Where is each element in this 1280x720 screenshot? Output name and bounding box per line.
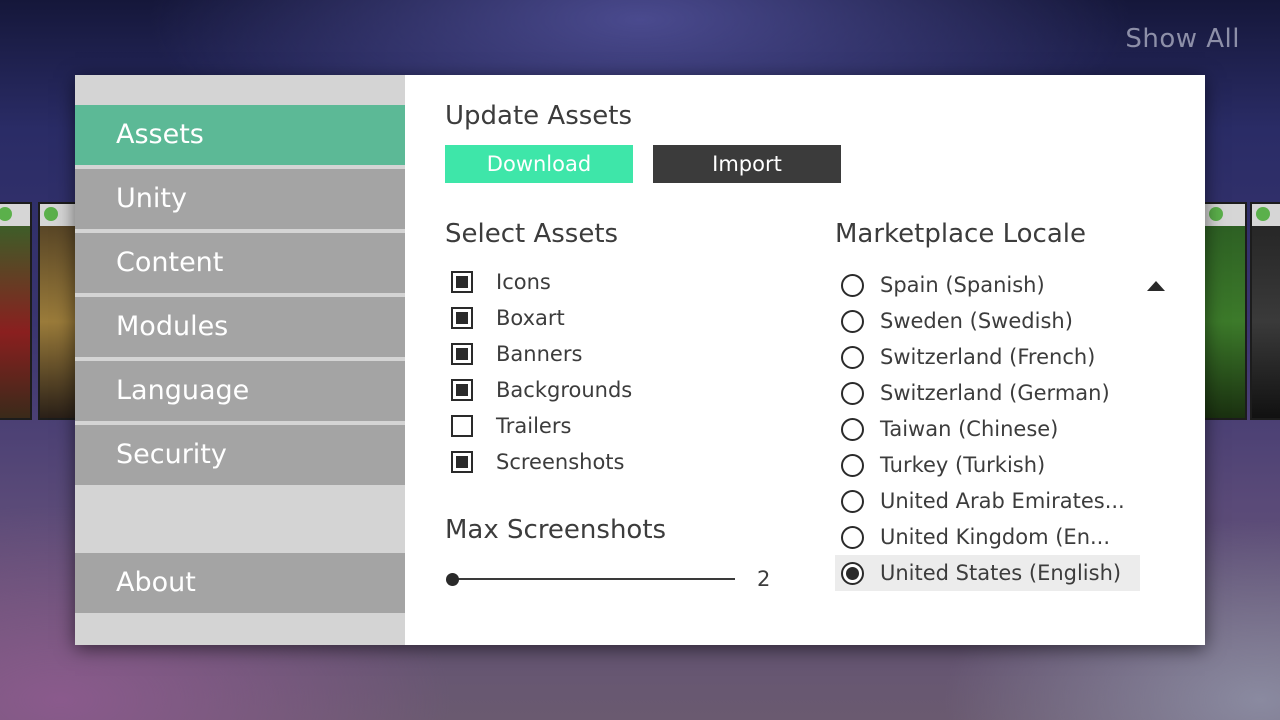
game-cover (38, 202, 78, 420)
radio-unselected-icon (841, 381, 864, 405)
locale-list: Spain (Spanish) Sweden (Swedish) Switzer… (835, 267, 1175, 597)
game-cover (1203, 202, 1247, 420)
checkbox-checked-icon (451, 307, 473, 329)
asset-label: Boxart (496, 306, 565, 330)
locale-label: Spain (Spanish) (880, 273, 1045, 297)
radio-selected-icon (841, 561, 864, 585)
locale-label: United Kingdom (En... (880, 525, 1111, 549)
radio-unselected-icon (841, 309, 864, 333)
radio-unselected-icon (841, 453, 864, 477)
max-screenshots-slider[interactable] (445, 571, 735, 587)
locale-option[interactable]: United Kingdom (En... (835, 519, 1140, 555)
sidebar-item-modules[interactable]: Modules (75, 297, 405, 357)
locale-label: Switzerland (French) (880, 345, 1096, 369)
sidebar-item-unity[interactable]: Unity (75, 169, 405, 229)
checkbox-checked-icon (451, 271, 473, 293)
checkbox-checked-icon (451, 343, 473, 365)
locale-option[interactable]: Taiwan (Chinese) (835, 411, 1140, 447)
asset-checkbox-backgrounds[interactable]: Backgrounds (451, 372, 632, 408)
asset-label: Banners (496, 342, 583, 366)
max-screenshots-title: Max Screenshots (445, 515, 667, 545)
locale-option[interactable]: United Arab Emirates... (835, 483, 1140, 519)
locale-label: Taiwan (Chinese) (880, 417, 1059, 441)
sidebar-item-content[interactable]: Content (75, 233, 405, 293)
locale-option[interactable]: Turkey (Turkish) (835, 447, 1140, 483)
locale-option[interactable]: Sweden (Swedish) (835, 303, 1140, 339)
locale-label: United States (English) (880, 561, 1122, 585)
sidebar-item-about[interactable]: About (75, 553, 405, 613)
game-cover (1250, 202, 1280, 420)
radio-unselected-icon (841, 525, 864, 549)
locale-option[interactable]: Spain (Spanish) (835, 267, 1140, 303)
asset-label: Icons (496, 270, 551, 294)
marketplace-locale-title: Marketplace Locale (835, 219, 1086, 249)
locale-label: Switzerland (German) (880, 381, 1110, 405)
settings-dialog: Assets Unity Content Modules Language Se… (75, 75, 1205, 645)
locale-option[interactable]: Switzerland (German) (835, 375, 1140, 411)
radio-unselected-icon (841, 417, 864, 441)
asset-label: Backgrounds (496, 378, 633, 402)
asset-checkbox-trailers[interactable]: Trailers (451, 408, 571, 444)
download-button[interactable]: Download (445, 145, 633, 183)
import-button[interactable]: Import (653, 145, 841, 183)
update-assets-title: Update Assets (445, 101, 633, 131)
sidebar-item-language[interactable]: Language (75, 361, 405, 421)
asset-checkbox-icons[interactable]: Icons (451, 264, 551, 300)
slider-track (453, 578, 735, 580)
locale-option[interactable]: Switzerland (French) (835, 339, 1140, 375)
asset-checkbox-banners[interactable]: Banners (451, 336, 582, 372)
radio-unselected-icon (841, 273, 864, 297)
locale-label: Sweden (Swedish) (880, 309, 1073, 333)
select-assets-title: Select Assets (445, 219, 619, 249)
checkbox-checked-icon (451, 451, 473, 473)
assets-panel: Update Assets Download Import Select Ass… (405, 75, 1205, 645)
slider-thumb[interactable] (446, 573, 459, 586)
settings-sidebar: Assets Unity Content Modules Language Se… (75, 75, 405, 645)
asset-label: Trailers (496, 414, 572, 438)
show-all-link[interactable]: Show All (1125, 24, 1240, 54)
max-screenshots-value: 2 (757, 567, 771, 591)
asset-checkbox-boxart[interactable]: Boxart (451, 300, 565, 336)
locale-option-selected[interactable]: United States (English) (835, 555, 1140, 591)
sidebar-item-security[interactable]: Security (75, 425, 405, 485)
sidebar-item-assets[interactable]: Assets (75, 105, 405, 165)
locale-label: United Arab Emirates... (880, 489, 1125, 513)
asset-checkbox-screenshots[interactable]: Screenshots (451, 444, 624, 480)
locale-label: Turkey (Turkish) (880, 453, 1046, 477)
game-cover (0, 202, 32, 420)
checkbox-checked-icon (451, 379, 473, 401)
radio-unselected-icon (841, 489, 864, 513)
asset-label: Screenshots (496, 450, 625, 474)
radio-unselected-icon (841, 345, 864, 369)
checkbox-unchecked-icon (451, 415, 473, 437)
